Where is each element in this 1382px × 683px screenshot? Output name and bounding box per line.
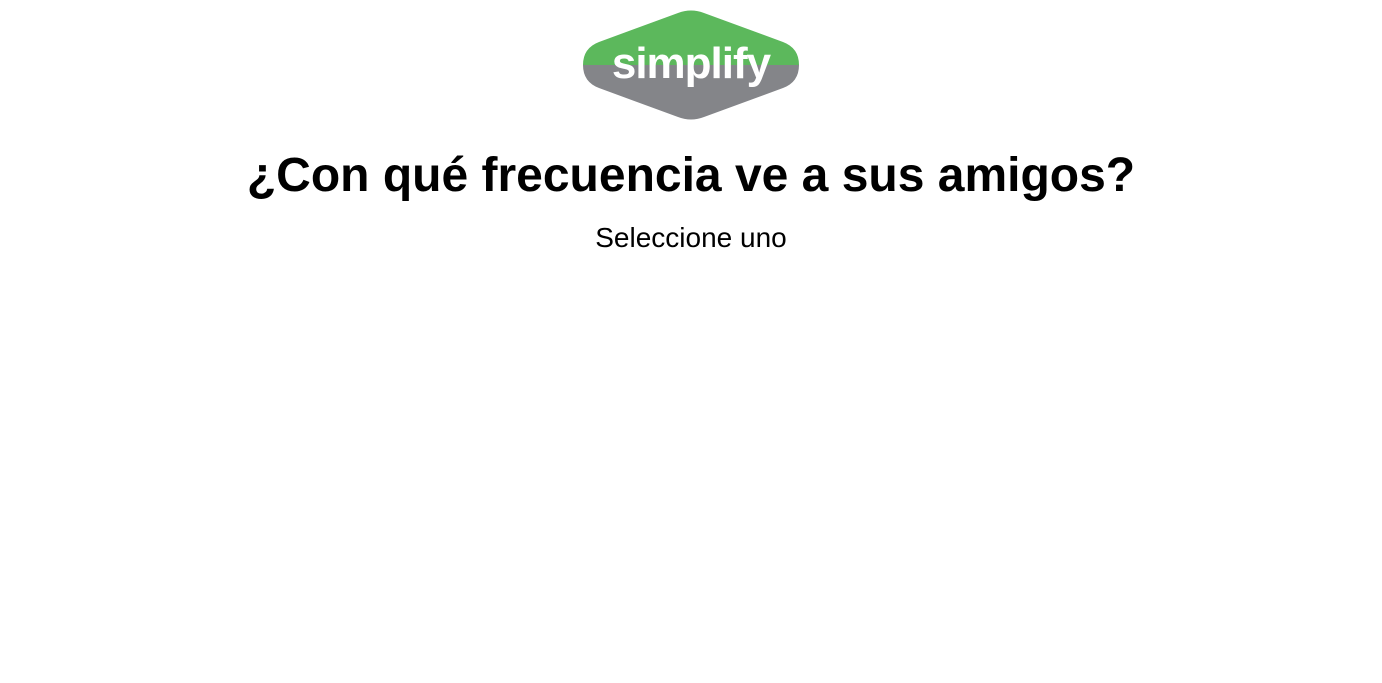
simplify-logo: simplify: [583, 10, 799, 120]
survey-page: simplify ¿Con qué frecuencia ve a sus am…: [0, 0, 1382, 683]
instruction-text: Seleccione uno: [595, 222, 787, 253]
question-title: ¿Con qué frecuencia ve a sus amigos?: [246, 149, 1136, 202]
logo-wordmark: simplify: [612, 39, 772, 88]
